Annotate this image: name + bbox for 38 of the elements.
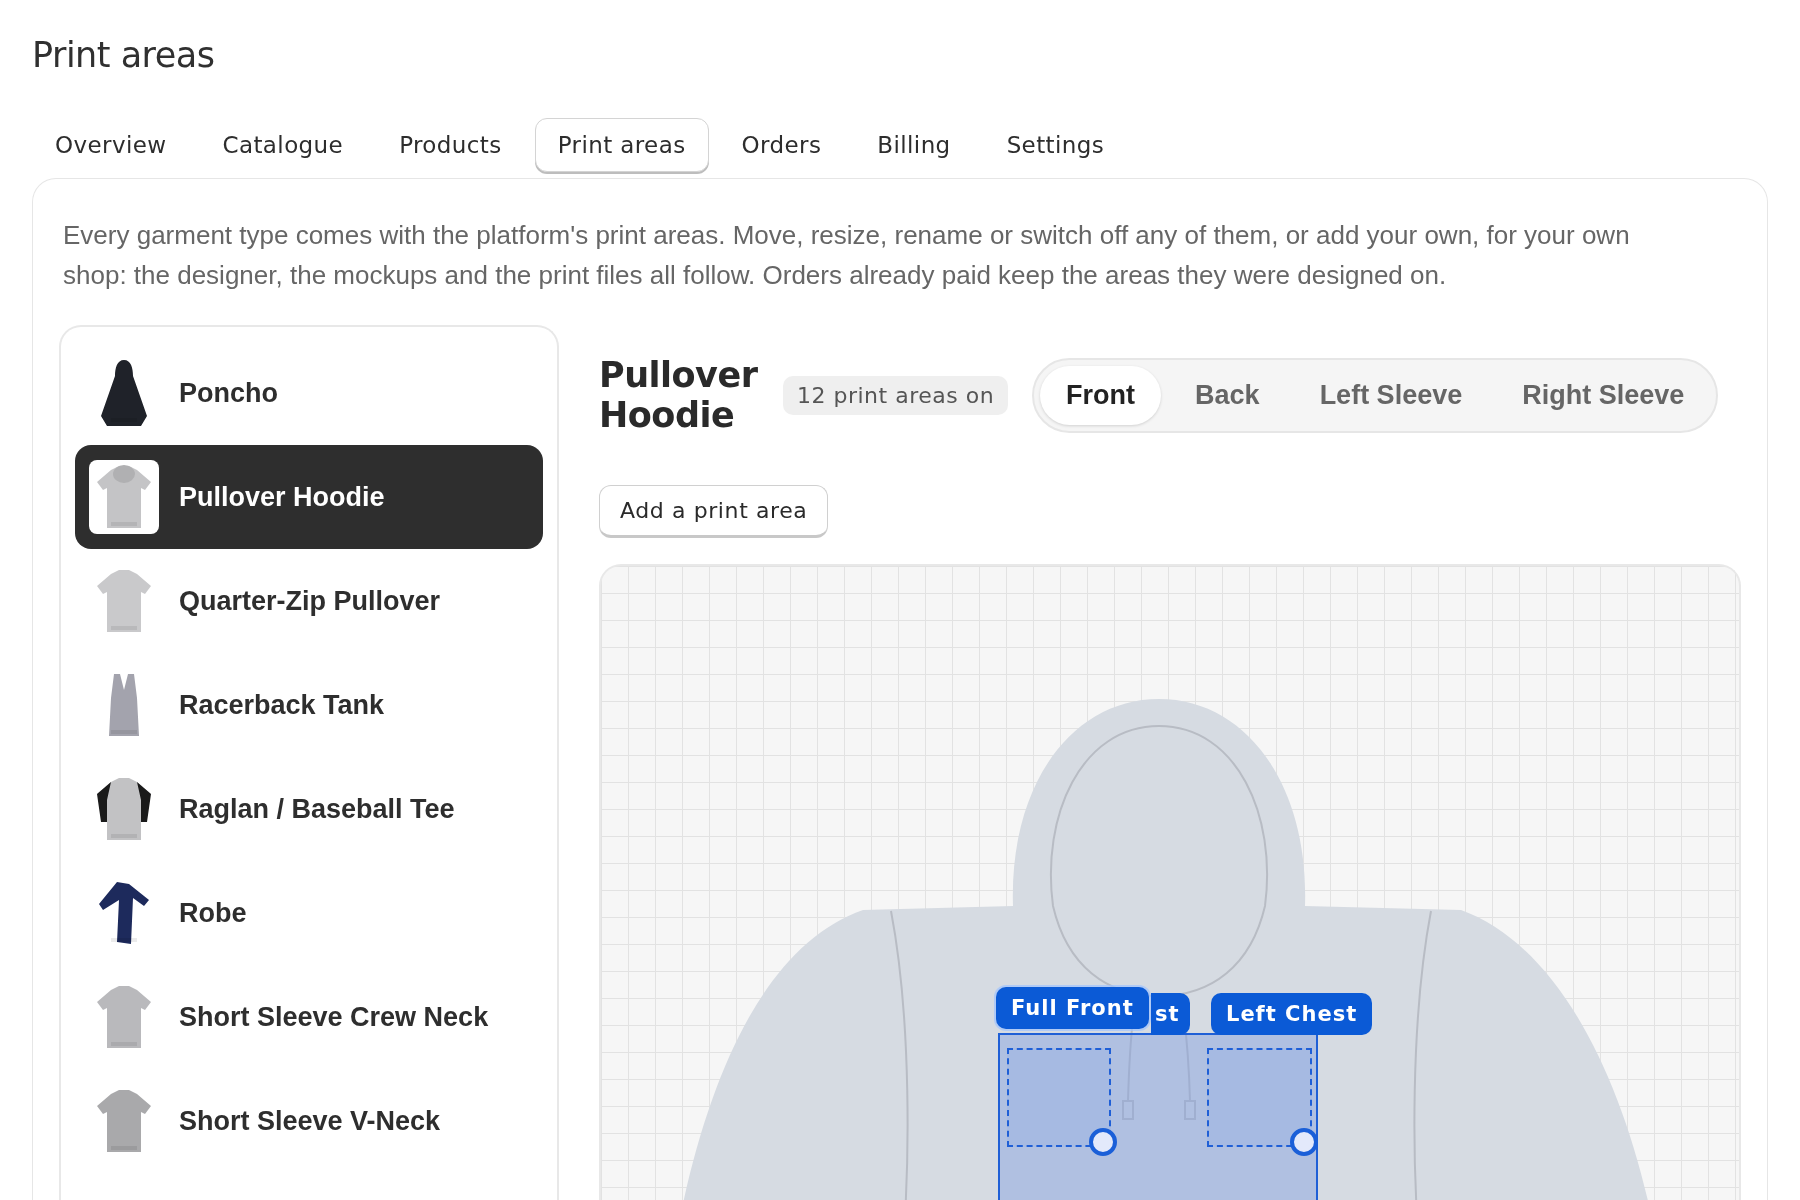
count-badge: 12 print areas on bbox=[783, 375, 1009, 415]
garment-item[interactable]: Robe bbox=[75, 861, 543, 965]
print-area[interactable] bbox=[1207, 1048, 1312, 1147]
view-option[interactable]: Front bbox=[1040, 365, 1162, 425]
view-option[interactable]: Left Sleeve bbox=[1293, 365, 1489, 425]
description-text: Every garment type comes with the platform's print areas. Move, resize, rename or switch off any of them, or add your own, for your own shop: the designer, the mockups and the print files all follow. Orders already paid keep the areas they were designed on. bbox=[63, 219, 1631, 292]
garment-name: Poncho bbox=[179, 377, 278, 409]
garment-name: Quarter-Zip Pullover bbox=[179, 585, 441, 617]
area-label[interactable]: Full Front bbox=[996, 987, 1149, 1029]
add-area-button[interactable]: Add a print area bbox=[599, 485, 829, 538]
garment-item[interactable]: Racerback Tank bbox=[75, 653, 543, 757]
print-area[interactable] bbox=[998, 1033, 1318, 1200]
view-option[interactable]: Right Sleeve bbox=[1496, 365, 1711, 425]
garment-item[interactable]: Poncho bbox=[75, 341, 543, 445]
area-label[interactable]: st bbox=[1151, 993, 1190, 1035]
garment-name: Raglan / Baseball Tee bbox=[179, 793, 455, 825]
nav-tab[interactable]: Catalogue bbox=[199, 118, 367, 172]
area-label[interactable]: Left Chest bbox=[1211, 993, 1373, 1035]
nav-tab[interactable]: Print areas bbox=[534, 118, 709, 172]
garment-item[interactable]: Short Sleeve Crew Neck bbox=[75, 965, 543, 1069]
garment-item[interactable]: Pullover Hoodie bbox=[75, 445, 543, 549]
garment-name: Racerback Tank bbox=[179, 689, 385, 721]
garment-item[interactable]: Raglan / Baseball Tee bbox=[75, 757, 543, 861]
view-option[interactable]: Back bbox=[1169, 365, 1286, 425]
garment-title: Pullover Hoodie bbox=[599, 355, 759, 435]
garment-item[interactable]: Short Sleeve V-Neck bbox=[75, 1069, 543, 1173]
page-title: Print areas bbox=[32, 34, 216, 76]
nav-tab[interactable]: Billing bbox=[854, 118, 974, 172]
print-area[interactable] bbox=[1007, 1048, 1111, 1147]
garment-name: Pullover Hoodie bbox=[179, 481, 385, 513]
nav-tab[interactable]: Orders bbox=[718, 118, 845, 172]
garment-name: Short Sleeve Crew Neck bbox=[179, 1001, 489, 1033]
nav-tab[interactable]: Overview bbox=[32, 118, 190, 172]
garment-name: Short Sleeve V-Neck bbox=[179, 1105, 441, 1137]
nav-tab[interactable]: Settings bbox=[983, 118, 1128, 172]
garment-name: Robe bbox=[179, 897, 247, 929]
garment-item[interactable]: Quarter-Zip Pullover bbox=[75, 549, 543, 653]
nav-tab[interactable]: Products bbox=[376, 118, 525, 172]
